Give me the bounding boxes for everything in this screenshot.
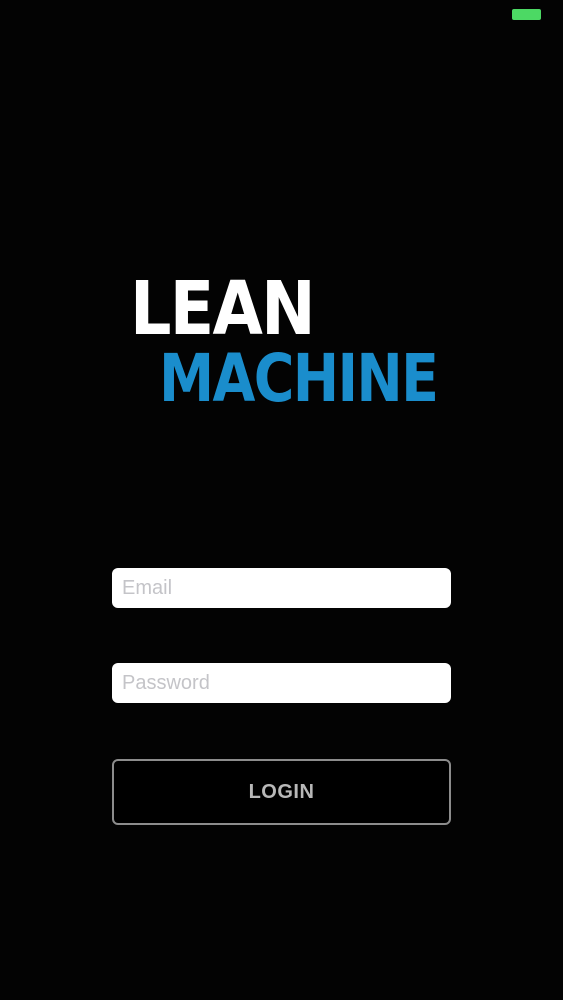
- logo-text-machine: MACHINE: [159, 340, 439, 417]
- email-field[interactable]: [112, 568, 451, 608]
- password-field[interactable]: [112, 663, 451, 703]
- login-button[interactable]: LOGIN: [112, 759, 451, 825]
- app-logo: LEAN MACHINE: [0, 0, 563, 500]
- logo-text-lean: LEAN: [130, 266, 316, 352]
